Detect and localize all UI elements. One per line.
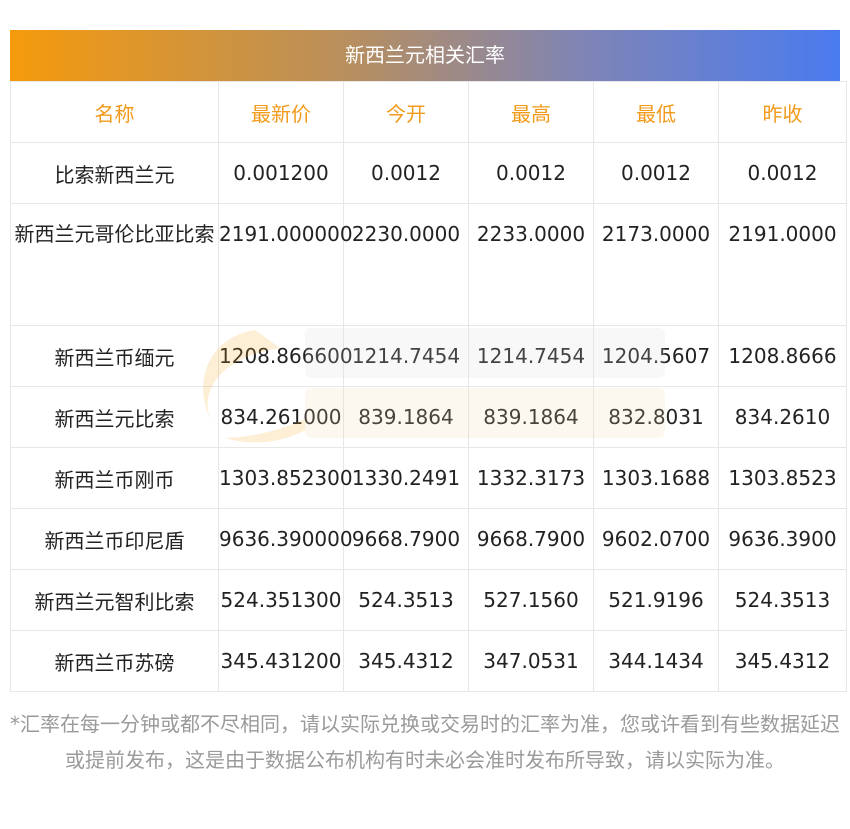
table-row: 新西兰元哥伦比亚比索 2191.000000 2230.0000 2233.00… xyxy=(10,203,847,326)
open-price: 839.1864 xyxy=(343,386,469,448)
rates-table: 名称 最新价 今开 最高 最低 昨收 比索新西兰元 0.001200 0.001… xyxy=(10,81,847,692)
low-price: 832.8031 xyxy=(593,386,719,448)
table-row: 比索新西兰元 0.001200 0.0012 0.0012 0.0012 0.0… xyxy=(10,142,847,204)
prev-close-price: 345.4312 xyxy=(718,630,847,692)
latest-price: 2191.000000 xyxy=(218,203,353,326)
latest-price: 345.431200 xyxy=(218,630,344,692)
low-price: 521.9196 xyxy=(593,569,719,631)
column-header-open: 今开 xyxy=(343,81,469,143)
column-header-prev-close: 昨收 xyxy=(718,81,847,143)
table-header-row: 名称 最新价 今开 最高 最低 昨收 xyxy=(10,81,847,143)
low-price: 1303.1688 xyxy=(593,447,719,509)
table-row: 新西兰币苏磅 345.431200 345.4312 347.0531 344.… xyxy=(10,630,847,692)
low-price: 9602.0700 xyxy=(593,508,719,570)
latest-price: 1303.852300 xyxy=(218,447,353,509)
latest-price: 0.001200 xyxy=(218,142,344,204)
high-price: 839.1864 xyxy=(468,386,594,448)
low-price: 344.1434 xyxy=(593,630,719,692)
high-price: 1214.7454 xyxy=(468,325,594,387)
currency-pair-name: 新西兰币苏磅 xyxy=(10,630,219,692)
currency-pair-name: 新西兰币缅元 xyxy=(10,325,219,387)
prev-close-price: 524.3513 xyxy=(718,569,847,631)
table-row: 新西兰元智利比索 524.351300 524.3513 527.1560 52… xyxy=(10,569,847,631)
open-price: 9668.7900 xyxy=(343,508,469,570)
table-row: 新西兰币印尼盾 9636.390000 9668.7900 9668.7900 … xyxy=(10,508,847,570)
table-row: 新西兰元比索 834.261000 839.1864 839.1864 832.… xyxy=(10,386,847,448)
latest-price: 1208.866600 xyxy=(218,325,353,387)
currency-pair-name: 新西兰元智利比索 xyxy=(10,569,219,631)
prev-close-price: 834.2610 xyxy=(718,386,847,448)
high-price: 1332.3173 xyxy=(468,447,594,509)
prev-close-price: 1208.8666 xyxy=(718,325,847,387)
latest-price: 9636.390000 xyxy=(218,508,353,570)
prev-close-price: 9636.3900 xyxy=(718,508,847,570)
low-price: 2173.0000 xyxy=(593,203,719,326)
low-price: 1204.5607 xyxy=(593,325,719,387)
prev-close-price: 2191.0000 xyxy=(718,203,847,326)
latest-price: 524.351300 xyxy=(218,569,344,631)
high-price: 527.1560 xyxy=(468,569,594,631)
open-price: 1330.2491 xyxy=(343,447,469,509)
currency-pair-name: 新西兰元比索 xyxy=(10,386,219,448)
high-price: 0.0012 xyxy=(468,142,594,204)
table-row: 新西兰币缅元 1208.866600 1214.7454 1214.7454 1… xyxy=(10,325,847,387)
table-row: 新西兰币刚币 1303.852300 1330.2491 1332.3173 1… xyxy=(10,447,847,509)
prev-close-price: 0.0012 xyxy=(718,142,847,204)
currency-pair-name: 新西兰元哥伦比亚比索 xyxy=(10,203,219,326)
table-title: 新西兰元相关汇率 xyxy=(10,30,840,81)
open-price: 524.3513 xyxy=(343,569,469,631)
open-price: 345.4312 xyxy=(343,630,469,692)
latest-price: 834.261000 xyxy=(218,386,344,448)
low-price: 0.0012 xyxy=(593,142,719,204)
high-price: 2233.0000 xyxy=(468,203,594,326)
rates-table-container: 新西兰元相关汇率 名称 最新价 今开 最高 最低 昨收 比索新西兰元 0.001… xyxy=(10,30,847,692)
column-header-name: 名称 xyxy=(10,81,219,143)
high-price: 9668.7900 xyxy=(468,508,594,570)
currency-pair-name: 新西兰币刚币 xyxy=(10,447,219,509)
column-header-high: 最高 xyxy=(468,81,594,143)
currency-pair-name: 比索新西兰元 xyxy=(10,142,219,204)
open-price: 1214.7454 xyxy=(343,325,469,387)
disclaimer-note: *汇率在每一分钟或都不尽相同，请以实际兑换或交易时的汇率为准，您或许看到有些数据… xyxy=(10,712,840,772)
column-header-latest: 最新价 xyxy=(218,81,344,143)
open-price: 0.0012 xyxy=(343,142,469,204)
prev-close-price: 1303.8523 xyxy=(718,447,847,509)
open-price: 2230.0000 xyxy=(343,203,469,326)
currency-pair-name: 新西兰币印尼盾 xyxy=(10,508,219,570)
high-price: 347.0531 xyxy=(468,630,594,692)
column-header-low: 最低 xyxy=(593,81,719,143)
